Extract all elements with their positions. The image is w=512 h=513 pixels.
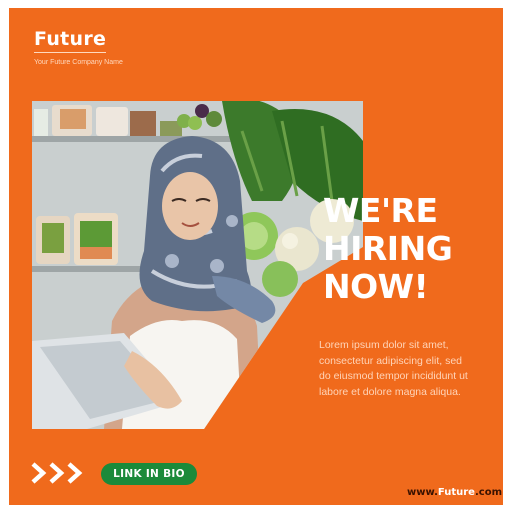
website-prefix: www. — [407, 487, 438, 498]
headline-line-3: NOW! — [323, 267, 429, 306]
hiring-poster: Future Your Future Company Name WE'RE HI… — [9, 8, 503, 505]
website-url[interactable]: www.Future.com — [392, 487, 502, 498]
headline-line-2: HIRING — [323, 229, 453, 268]
headline-line-1: WE'RE — [323, 191, 438, 230]
website-name: Future — [437, 487, 475, 498]
link-in-bio-button[interactable]: LINK IN BIO — [101, 463, 197, 485]
triple-chevron-right-icon — [31, 462, 83, 484]
brand-underline — [34, 52, 106, 53]
hiring-photo — [32, 101, 363, 429]
hiring-headline: WE'RE HIRING NOW! — [323, 191, 453, 306]
body-text: Lorem ipsum dolor sit amet, consectetur … — [319, 339, 468, 398]
brand-name: Future — [34, 28, 107, 50]
brand-tagline: Your Future Company Name — [34, 59, 123, 66]
website-suffix: .com — [474, 487, 502, 498]
